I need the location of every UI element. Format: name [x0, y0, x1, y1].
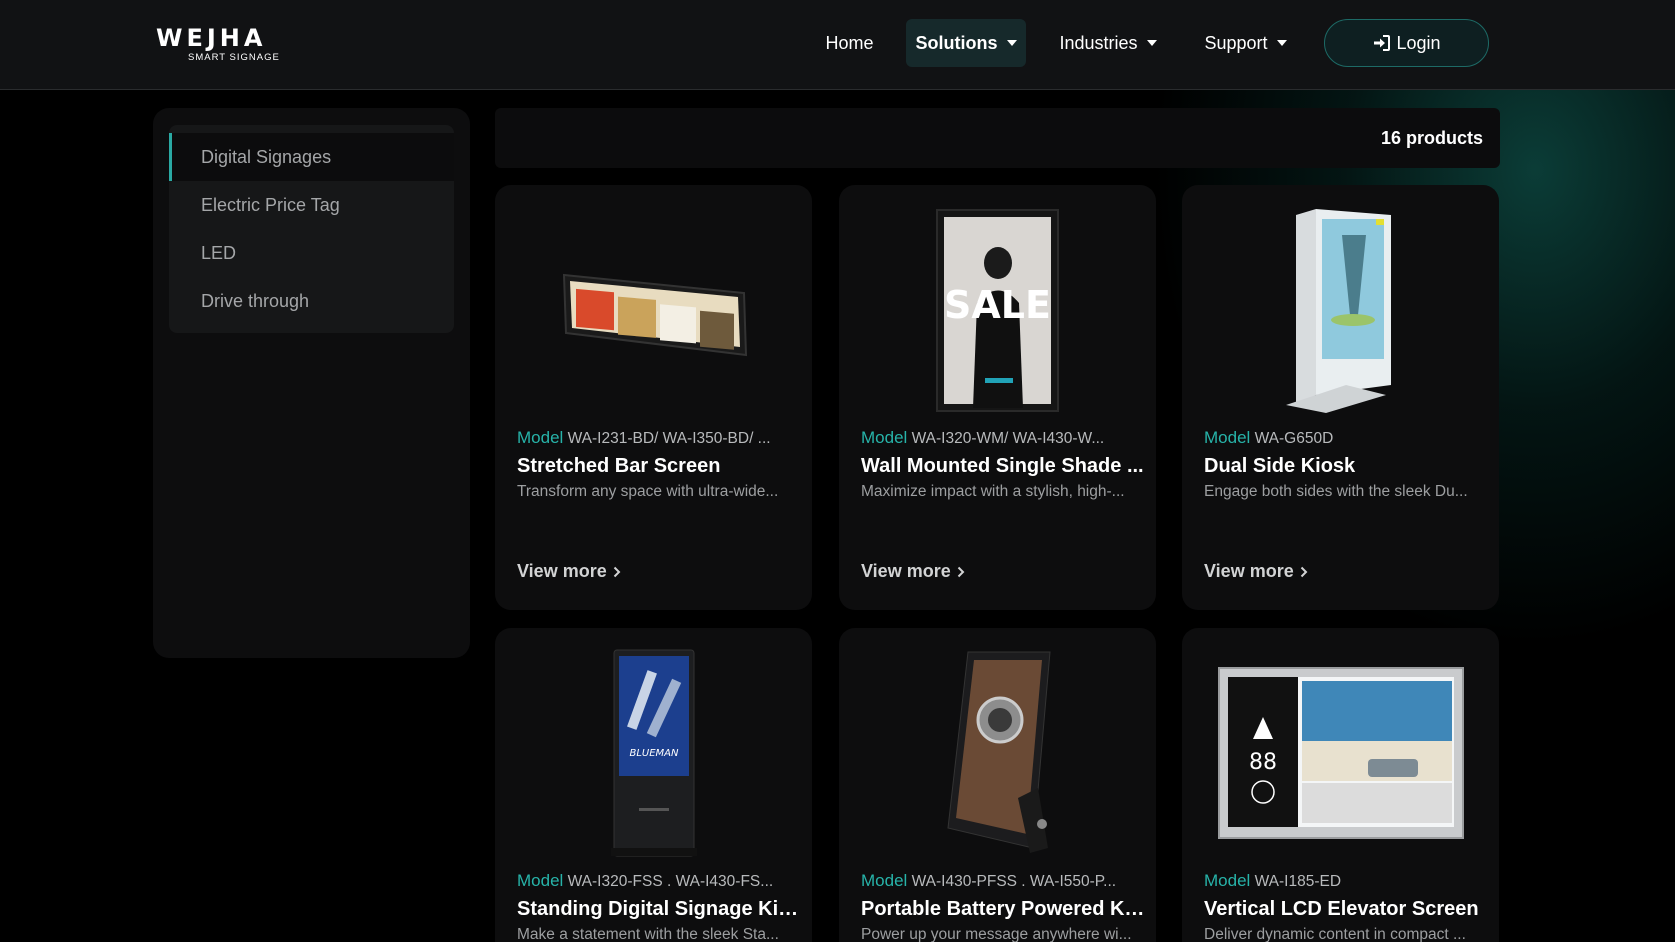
product-description: Transform any space with ultra-wide...	[517, 483, 779, 500]
category-electric-price-tag[interactable]: Electric Price Tag	[169, 181, 454, 229]
chevron-down-icon	[1146, 40, 1157, 46]
product-model: Model WA-I231-BD/ WA-I350-BD/ ...	[517, 428, 797, 448]
product-title[interactable]: Dual Side Kiosk	[1204, 455, 1489, 478]
product-description: Engage both sides with the sleek Du...	[1204, 483, 1468, 500]
product-card[interactable]: Model WA-I231-BD/ WA-I350-BD/ ... Stretc…	[495, 185, 812, 610]
nav-support[interactable]: Support	[1198, 19, 1293, 67]
category-drive-through[interactable]: Drive through	[169, 277, 454, 325]
product-count: 16 products	[1380, 127, 1483, 148]
product-card[interactable]: BLUEMAN Model WA-I320-FSS . WA-I430-FS..…	[495, 628, 812, 942]
model-label: Model	[1204, 428, 1251, 447]
chevron-right-icon	[957, 566, 965, 577]
view-more-link[interactable]: View more	[517, 561, 621, 582]
product-description: Power up your message anywhere wi...	[861, 926, 1132, 942]
view-more-label: View more	[861, 561, 951, 581]
category-list: Digital Signages Electric Price Tag LED …	[169, 125, 454, 333]
model-label: Model	[861, 871, 908, 890]
view-more-label: View more	[517, 561, 607, 581]
logo-wordmark: WEJHA	[156, 24, 267, 52]
site-header: WEJHA SMART SIGNAGE Home Solutions Indus…	[0, 0, 1675, 90]
sale-text: SALE	[944, 283, 1051, 327]
chevron-down-icon	[1006, 40, 1017, 46]
model-label: Model	[517, 871, 564, 890]
product-title[interactable]: Vertical LCD Elevator Screen	[1204, 898, 1489, 921]
login-button[interactable]: Login	[1324, 19, 1489, 67]
nav-home[interactable]: Home	[812, 19, 887, 67]
product-title[interactable]: Wall Mounted Single Shade ...	[861, 455, 1146, 478]
results-bar: 16 products	[495, 108, 1500, 168]
nav-home-label: Home	[825, 32, 874, 53]
chevron-right-icon	[1300, 566, 1308, 577]
login-label: Login	[1396, 32, 1441, 53]
model-label: Model	[861, 428, 908, 447]
product-title[interactable]: Standing Digital Signage Kio...	[517, 898, 802, 921]
view-more-link[interactable]: View more	[1204, 561, 1308, 582]
nav-support-label: Support	[1204, 32, 1268, 53]
bar-screen-image	[495, 205, 812, 415]
model-value: WA-I231-BD/ WA-I350-BD/ ...	[567, 430, 771, 447]
portable-kiosk-image	[839, 648, 1156, 858]
product-description: Deliver dynamic content in compact ...	[1204, 926, 1466, 942]
product-model: Model WA-G650D	[1204, 428, 1484, 448]
product-description: Make a statement with the sleek Sta...	[517, 926, 779, 942]
category-sidebar: Digital Signages Electric Price Tag LED …	[153, 108, 470, 658]
product-card[interactable]: 88 Model WA-I185-ED Vertical LCD Elevato…	[1182, 628, 1499, 942]
model-value: WA-I320-WM/ WA-I430-W...	[911, 430, 1105, 447]
nav-industries[interactable]: Industries	[1052, 19, 1164, 67]
chevron-right-icon	[613, 566, 621, 577]
model-value: WA-I185-ED	[1254, 873, 1342, 890]
chevron-down-icon	[1276, 40, 1287, 46]
nav-industries-label: Industries	[1059, 32, 1138, 53]
dual-side-kiosk-image	[1182, 205, 1499, 415]
product-model: Model WA-I185-ED	[1204, 871, 1484, 891]
product-card[interactable]: SALE Model WA-I320-WM/ WA-I430-W... Wall…	[839, 185, 1156, 610]
view-more-link[interactable]: View more	[861, 561, 965, 582]
product-description: Maximize impact with a stylish, high-...	[861, 483, 1125, 500]
logo-tagline: SMART SIGNAGE	[188, 52, 280, 63]
nav-solutions-label: Solutions	[915, 32, 998, 53]
product-card[interactable]: Model WA-I430-PFSS . WA-I550-P... Portab…	[839, 628, 1156, 942]
model-value: WA-G650D	[1254, 430, 1334, 447]
model-value: WA-I320-FSS . WA-I430-FS...	[567, 873, 774, 890]
view-more-label: View more	[1204, 561, 1294, 581]
wall-mounted-screen-image: SALE	[839, 205, 1156, 415]
product-model: Model WA-I320-FSS . WA-I430-FS...	[517, 871, 797, 891]
product-model: Model WA-I320-WM/ WA-I430-W...	[861, 428, 1141, 448]
nav-solutions[interactable]: Solutions	[906, 19, 1026, 67]
standing-kiosk-image: BLUEMAN	[495, 648, 812, 858]
login-icon	[1374, 35, 1391, 51]
blueman-text: BLUEMAN	[629, 748, 679, 759]
elevator-screen-image: 88	[1182, 648, 1499, 858]
model-label: Model	[517, 428, 564, 447]
product-title[interactable]: Stretched Bar Screen	[517, 455, 802, 478]
product-title[interactable]: Portable Battery Powered Ki...	[861, 898, 1146, 921]
category-digital-signages[interactable]: Digital Signages	[169, 133, 454, 181]
model-label: Model	[1204, 871, 1251, 890]
model-value: WA-I430-PFSS . WA-I550-P...	[911, 873, 1117, 890]
product-model: Model WA-I430-PFSS . WA-I550-P...	[861, 871, 1141, 891]
floor-number: 88	[1249, 750, 1277, 775]
category-led[interactable]: LED	[169, 229, 454, 277]
product-card[interactable]: Model WA-G650D Dual Side Kiosk Engage bo…	[1182, 185, 1499, 610]
brand-logo[interactable]: WEJHA SMART SIGNAGE	[156, 24, 306, 63]
